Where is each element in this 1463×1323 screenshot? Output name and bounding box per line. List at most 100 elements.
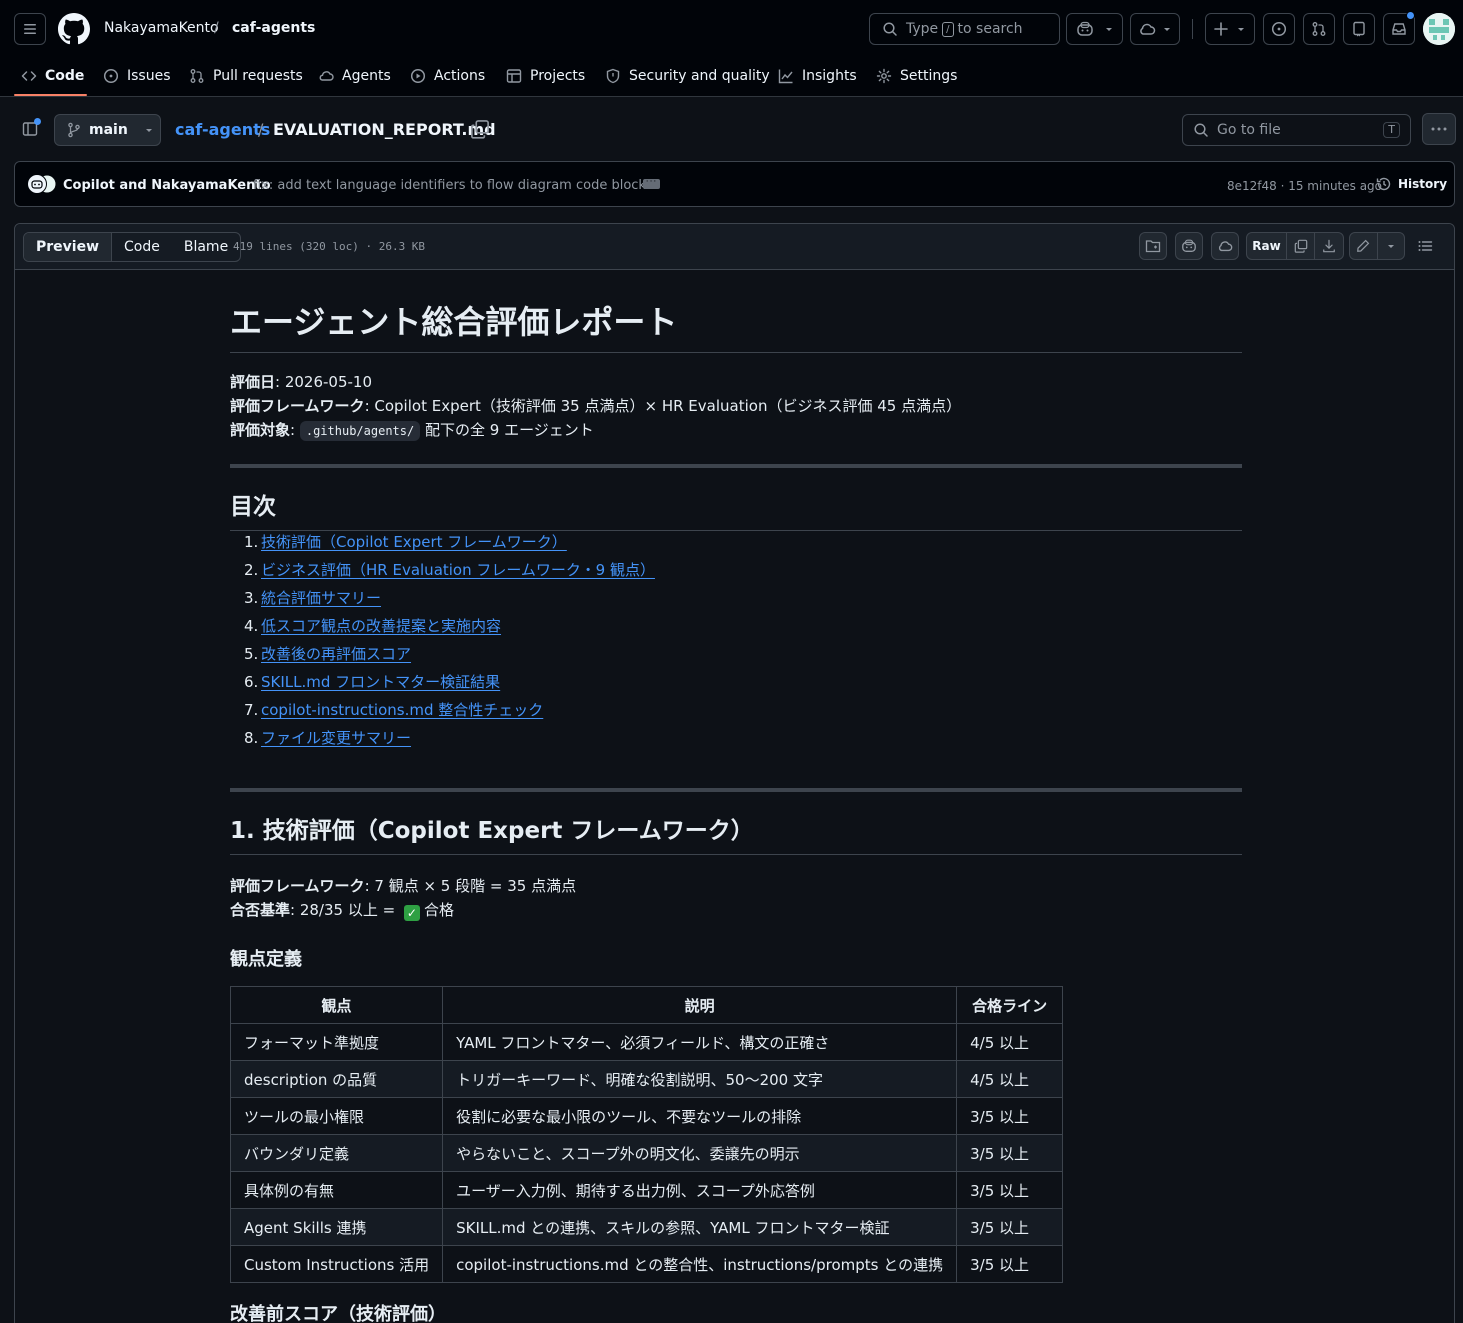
branch-selector-button[interactable]: main <box>54 114 161 146</box>
tab-issues[interactable]: Issues <box>103 56 171 96</box>
shield-icon <box>606 68 620 84</box>
copilot-menu-button[interactable] <box>1066 13 1123 45</box>
meta-value: : 7 観点 × 5 段階 = 35 点満点 <box>364 877 577 895</box>
table-cell: トリガーキーワード、明確な役割説明、50〜200 文字 <box>442 1060 958 1098</box>
toc-link[interactable]: 技術評価（Copilot Expert フレームワーク） <box>261 528 567 556</box>
history-label: History <box>1398 177 1448 191</box>
tab-code[interactable]: Code <box>21 56 84 96</box>
table-row: Agent Skills 連携 SKILL.md との連携、スキルの参照、YAML… <box>229 1208 1064 1246</box>
copy-path-icon[interactable] <box>470 119 490 139</box>
repo-name-link[interactable]: caf-agents <box>232 20 315 36</box>
inline-code-path: .github/agents/ <box>299 421 421 441</box>
pull-requests-shortcut-button[interactable] <box>1303 13 1335 45</box>
hamburger-icon <box>24 24 36 34</box>
pencil-icon <box>1357 239 1370 252</box>
meta-label: 評価フレームワーク <box>230 397 365 415</box>
tab-actions[interactable]: Actions <box>410 56 485 96</box>
download-raw-button[interactable] <box>1315 233 1343 259</box>
latest-commit-bar: Copilot and NakayamaKento fix: add text … <box>14 161 1455 207</box>
code-tab[interactable]: Code <box>112 233 172 261</box>
user-avatar[interactable] <box>1423 13 1455 45</box>
pull-request-icon <box>1312 22 1326 36</box>
toc-item: 5. 改善後の再評価スコア <box>244 640 655 668</box>
preview-tab[interactable]: Preview <box>24 233 113 261</box>
toc-item: 3. 統合評価サマリー <box>244 584 655 612</box>
toc-link[interactable]: ファイル変更サマリー <box>261 724 411 752</box>
table-of-contents: 1. 技術評価（Copilot Expert フレームワーク） 2. ビジネス評価（… <box>244 528 655 752</box>
history-icon <box>1376 177 1391 191</box>
table-cell: description の品質 <box>229 1060 444 1098</box>
table-cell: copilot-instructions.md との整合性、instructio… <box>442 1245 958 1283</box>
hamburger-menu-button[interactable] <box>14 13 46 45</box>
table-row: 具体例の有無 ユーザー入力例、期待する出力例、スコープ外応答例 3/5 以上 <box>229 1171 1064 1209</box>
before-score-heading: 改善前スコア（技術評価） <box>230 1304 446 1323</box>
breadcrumb-repo-link[interactable]: caf-agents <box>175 120 270 139</box>
table-icon <box>506 69 522 83</box>
issues-shortcut-button[interactable] <box>1263 13 1295 45</box>
section1-pass-criteria-line: 合否基準: 28/35 以上 = ✓ 合格 <box>230 898 454 922</box>
codespaces-menu-button[interactable] <box>1130 13 1180 45</box>
blame-tab[interactable]: Blame <box>172 233 240 261</box>
table-cell: ユーザー入力例、期待する出力例、スコープ外応答例 <box>442 1171 958 1209</box>
ask-copilot-button[interactable] <box>1175 232 1203 260</box>
copilot-icon <box>1076 21 1093 36</box>
section1-heading: 1. 技術評価（Copilot Expert フレームワーク） <box>230 816 1242 855</box>
meta-label: 評価フレームワーク <box>230 877 365 895</box>
create-new-button[interactable] <box>1205 13 1255 45</box>
toc-item: 8. ファイル変更サマリー <box>244 724 655 752</box>
search-shortcut-key: / <box>942 21 954 37</box>
table-header-cell: 説明 <box>442 986 958 1024</box>
tab-agents[interactable]: Agents <box>318 56 391 96</box>
owner-repo-separator: / <box>214 20 219 36</box>
github-logo-icon[interactable] <box>58 13 90 45</box>
tab-label: Security and quality <box>629 68 770 84</box>
tab-settings[interactable]: Settings <box>876 56 957 96</box>
branch-name: main <box>89 122 128 138</box>
raw-button[interactable]: Raw <box>1247 233 1287 259</box>
criteria-table: 観点 説明 合格ライン フォーマット準拠度 YAML フロントマター、必須フィール… <box>229 986 1064 1283</box>
toc-link[interactable]: 統合評価サマリー <box>261 584 381 612</box>
toc-link[interactable]: 低スコア観点の改善提案と実施内容 <box>261 612 501 640</box>
commit-message-link[interactable]: fix: add text language identifiers to fl… <box>253 178 653 193</box>
toc-item: 1. 技術評価（Copilot Expert フレームワーク） <box>244 528 655 556</box>
go-to-file-input[interactable]: Go to file T <box>1182 114 1411 146</box>
global-search-input[interactable]: Type / to search <box>869 13 1060 45</box>
outline-button[interactable] <box>1411 232 1439 260</box>
go-to-file-placeholder: Go to file <box>1217 122 1281 138</box>
search-suffix: to search <box>957 21 1023 37</box>
tab-label: Code <box>45 68 85 84</box>
open-codespace-button[interactable] <box>1211 232 1239 260</box>
tab-projects[interactable]: Projects <box>506 56 585 96</box>
list-unordered-icon <box>1418 241 1433 251</box>
inbox-icon <box>1392 23 1406 35</box>
toc-link[interactable]: copilot-instructions.md 整合性チェック <box>261 696 543 724</box>
toc-link[interactable]: SKILL.md フロントマター検証結果 <box>261 668 500 696</box>
horizontal-rule <box>230 788 1242 792</box>
toc-link[interactable]: 改善後の再評価スコア <box>261 640 411 668</box>
more-options-button[interactable] <box>1422 113 1456 145</box>
edit-file-button[interactable] <box>1350 233 1378 259</box>
repo-navigation: Code Issues Pull requests Agents Actions… <box>0 56 1463 97</box>
file-directory-icon <box>1145 240 1161 253</box>
copy-icon <box>1294 239 1307 253</box>
repositories-button[interactable] <box>1343 13 1375 45</box>
commit-author-avatars[interactable] <box>27 174 57 194</box>
gear-icon <box>876 68 892 84</box>
copy-raw-button[interactable] <box>1287 233 1315 259</box>
meta-label: 評価日 <box>230 373 276 391</box>
tab-insights[interactable]: Insights <box>778 56 857 96</box>
commit-sha-and-time[interactable]: 8e12f48 · 15 minutes ago <box>1227 179 1382 193</box>
edit-options-dropdown[interactable] <box>1378 233 1405 259</box>
toc-link[interactable]: ビジネス評価（HR Evaluation フレームワーク・9 観点） <box>261 556 655 584</box>
header-divider <box>1192 19 1193 39</box>
history-button[interactable]: History <box>1376 176 1447 192</box>
table-cell: Custom Instructions 活用 <box>229 1245 444 1283</box>
commit-authors[interactable]: Copilot and NakayamaKento <box>63 178 271 193</box>
repo-owner-link[interactable]: NakayamaKento <box>104 20 219 36</box>
expand-commit-message-button[interactable]: ··· <box>643 178 660 189</box>
file-tree-toggle-button[interactable] <box>14 113 46 145</box>
tab-security[interactable]: Security and quality <box>605 56 770 96</box>
meta-value: : Copilot Expert（技術評価 35 点満点）× HR Evalua… <box>364 397 962 415</box>
tab-pull-requests[interactable]: Pull requests <box>189 56 303 96</box>
open-in-folder-button[interactable] <box>1139 232 1167 260</box>
